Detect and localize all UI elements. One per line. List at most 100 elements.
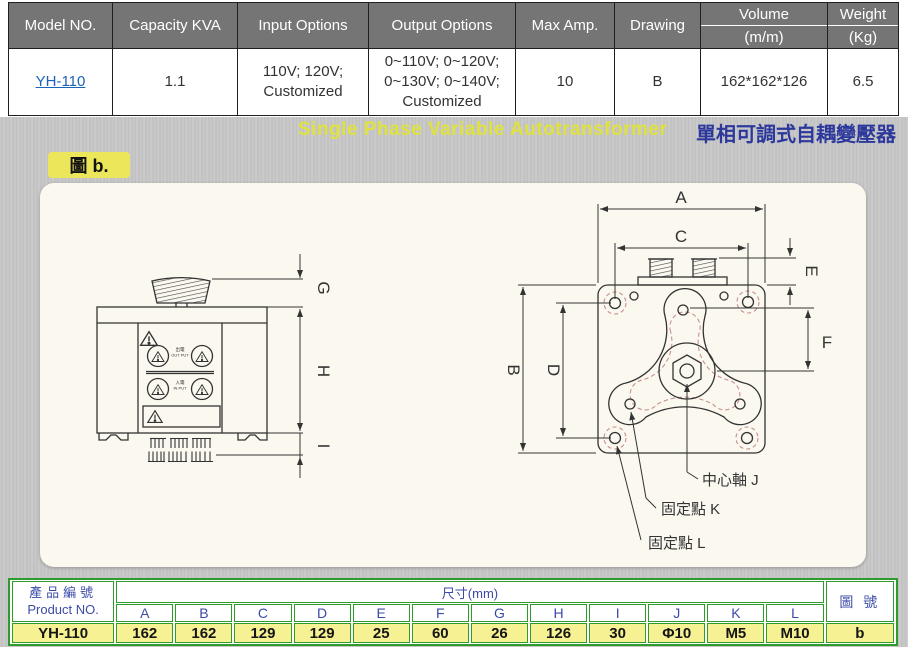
value-fig: b — [826, 623, 894, 643]
figure-no-header: 圖 號 — [826, 581, 894, 622]
model-link[interactable]: YH-110 — [36, 73, 86, 90]
dimension-label-c: C — [675, 227, 687, 246]
page-title-zh: 單相可調式自耦變壓器 — [696, 118, 896, 147]
value-k: M5 — [707, 623, 764, 643]
spec-data-row: YH-110 1.1 110V; 120V; Customized 0~110V… — [9, 49, 899, 116]
right-foot — [238, 433, 267, 440]
col-header-c: C — [234, 604, 291, 622]
cell-input: 110V; 120V; Customized — [238, 49, 369, 116]
terminal-knob-icon — [693, 259, 715, 277]
output-line-3: Customized — [369, 92, 515, 112]
header-weight-label: Weight — [828, 3, 898, 25]
annotation-fixing-l: 固定點 L — [648, 535, 706, 552]
front-out-en: OUT PUT — [171, 353, 189, 358]
col-header-e: E — [353, 604, 410, 622]
col-header-b: B — [175, 604, 232, 622]
dimension-label-i: I — [314, 444, 333, 449]
value-j: Φ10 — [648, 623, 705, 643]
header-output: Output Options — [369, 3, 516, 49]
annotation-fixing-k: 固定點 K — [661, 501, 720, 518]
header-output-label: Output Options — [392, 17, 493, 34]
front-view-dimensions — [212, 254, 303, 478]
center-hex-nut — [673, 355, 701, 387]
left-foot — [99, 433, 128, 440]
cell-volume: 162*162*126 — [701, 49, 828, 116]
cell-weight: 6.5 — [828, 49, 899, 116]
value-e: 25 — [353, 623, 410, 643]
cell-output: 0~110V; 0~120V; 0~130V; 0~140V; Customiz… — [369, 49, 516, 116]
dims-header-row-2: A B C D E F G H I J K L — [12, 604, 894, 622]
col-header-i: I — [589, 604, 646, 622]
header-volume: Volume (m/m) — [701, 3, 828, 49]
col-header-a: A — [116, 604, 173, 622]
dimension-label-a: A — [675, 188, 687, 207]
terminal-strips — [148, 439, 213, 462]
spec-header-row: Model NO. Capacity KVA Input Options Out… — [9, 3, 899, 49]
warning-triangle-icon — [196, 385, 208, 395]
transformer-body — [97, 307, 267, 433]
header-drawing: Drawing — [615, 3, 701, 49]
col-header-f: F — [412, 604, 469, 622]
dimension-label-d: D — [544, 364, 563, 376]
header-input: Input Options — [238, 3, 369, 49]
value-a: 162 — [116, 623, 173, 643]
value-i: 30 — [589, 623, 646, 643]
col-header-k: K — [707, 604, 764, 622]
figure-tag: 圖 b. — [48, 152, 130, 178]
technical-drawing: 出電 OUT PUT 入電 IN PUT G H I — [40, 183, 866, 567]
page-title-en: Single Phase Variable Autotransformer — [298, 119, 667, 141]
top-view-drawing — [598, 259, 765, 453]
warning-triangle-icon — [196, 352, 208, 362]
input-line-1: 110V; 120V; — [238, 62, 368, 82]
value-product: YH-110 — [12, 623, 114, 643]
dimension-label-g: G — [314, 281, 333, 294]
cell-model: YH-110 — [9, 49, 113, 116]
col-header-d: D — [294, 604, 351, 622]
warning-triangle-icon — [152, 352, 164, 362]
header-max-amp-label: Max Amp. — [532, 17, 599, 34]
col-header-h: H — [530, 604, 587, 622]
title-row: Single Phase Variable Autotransformer 單相… — [0, 118, 908, 142]
header-drawing-label: Drawing — [630, 17, 685, 34]
dims-data-row: YH-110 162 162 129 129 25 60 26 126 30 Φ… — [12, 623, 894, 643]
warning-triangle-icon — [141, 332, 158, 346]
dimension-label-e: E — [802, 265, 821, 276]
header-model: Model NO. — [9, 3, 113, 49]
dimension-label-b: B — [504, 364, 523, 375]
front-in-en: IN PUT — [173, 386, 187, 391]
product-no-en: Product NO. — [13, 602, 113, 618]
cell-capacity: 1.1 — [113, 49, 238, 116]
value-d: 129 — [294, 623, 351, 643]
col-header-g: G — [471, 604, 528, 622]
value-b: 162 — [175, 623, 232, 643]
value-f: 60 — [412, 623, 469, 643]
drawing-panel: 出電 OUT PUT 入電 IN PUT G H I — [40, 183, 866, 567]
value-c: 129 — [234, 623, 291, 643]
rotor — [609, 289, 761, 425]
header-input-label: Input Options — [258, 17, 347, 34]
value-h: 126 — [530, 623, 587, 643]
input-line-2: Customized — [238, 82, 368, 102]
header-capacity-label: Capacity KVA — [129, 17, 220, 34]
cell-drawing: B — [615, 49, 701, 116]
output-line-1: 0~110V; 0~120V; — [369, 52, 515, 72]
product-no-header: 產品編號 Product NO. — [12, 581, 114, 622]
size-header: 尺寸(mm) — [116, 581, 823, 603]
top-view-dimensions — [518, 204, 814, 453]
value-l: M10 — [766, 623, 823, 643]
warning-triangle-icon — [148, 411, 162, 423]
col-header-j: J — [648, 604, 705, 622]
header-volume-unit: (m/m) — [701, 25, 827, 48]
dims-header-row-1: 產品編號 Product NO. 尺寸(mm) 圖 號 — [12, 581, 894, 603]
header-weight-unit: (Kg) — [828, 25, 898, 48]
output-line-2: 0~130V; 0~140V; — [369, 72, 515, 92]
header-model-label: Model NO. — [25, 17, 97, 34]
annotation-center-axis: 中心軸 J — [702, 472, 759, 489]
mounting-holes — [610, 297, 754, 444]
cell-max-amp: 10 — [516, 49, 615, 116]
header-capacity: Capacity KVA — [113, 3, 238, 49]
value-g: 26 — [471, 623, 528, 643]
header-max-amp: Max Amp. — [516, 3, 615, 49]
warning-triangle-icon — [152, 385, 164, 395]
col-header-l: L — [766, 604, 823, 622]
